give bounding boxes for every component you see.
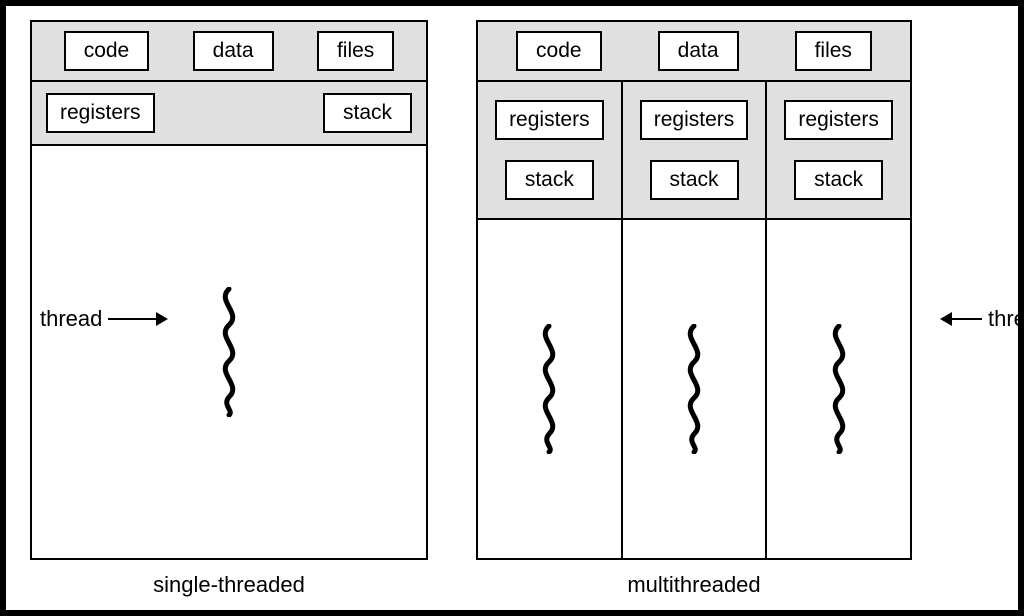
data-segment-box: data <box>658 31 739 71</box>
diagram-frame: code data files registers stack code dat… <box>0 0 1024 616</box>
thread-column: registers stack <box>621 82 766 558</box>
thread-column: registers stack <box>765 82 910 558</box>
singlethreaded-process: code data files registers stack <box>30 20 428 560</box>
code-segment-box: code <box>64 31 150 71</box>
multi-caption: multithreaded <box>476 572 912 598</box>
thread-body <box>767 220 910 558</box>
shared-segment-row: code data files <box>32 22 426 82</box>
thread-body <box>32 146 426 558</box>
multithreaded-process: code data files registers stack register… <box>476 20 912 560</box>
shared-segment-row: code data files <box>478 22 910 82</box>
code-segment-box: code <box>516 31 602 71</box>
files-segment-box: files <box>795 31 872 71</box>
stack-box: stack <box>794 160 883 200</box>
data-segment-box: data <box>193 31 274 71</box>
thread-column: registers stack <box>478 82 621 558</box>
thread-annotation-right: thread <box>942 306 1024 332</box>
files-segment-box: files <box>317 31 394 71</box>
registers-box: registers <box>784 100 893 140</box>
arrow-right-icon <box>108 318 166 320</box>
thread-annotation-left: thread <box>40 306 166 332</box>
thread-label-text: thread <box>988 306 1024 332</box>
single-caption: single-threaded <box>30 572 428 598</box>
thread-squiggle-icon <box>534 324 564 454</box>
registers-box: registers <box>46 93 155 133</box>
perthread-cell: registers stack <box>478 82 621 220</box>
thread-columns: registers stack registers stack <box>478 82 910 558</box>
thread-squiggle-icon <box>679 324 709 454</box>
thread-body <box>623 220 766 558</box>
perthread-cell: registers stack <box>623 82 766 220</box>
registers-box: registers <box>495 100 604 140</box>
thread-squiggle-icon <box>214 287 244 417</box>
registers-box: registers <box>640 100 749 140</box>
stack-box: stack <box>650 160 739 200</box>
thread-body <box>478 220 621 558</box>
perthread-cell: registers stack <box>767 82 910 220</box>
thread-squiggle-icon <box>824 324 854 454</box>
thread-label-text: thread <box>40 306 102 332</box>
perthread-row: registers stack <box>32 82 426 146</box>
stack-box: stack <box>505 160 594 200</box>
arrow-left-icon <box>942 318 982 320</box>
stack-box: stack <box>323 93 412 133</box>
